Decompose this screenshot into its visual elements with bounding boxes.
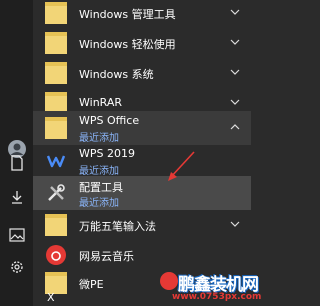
document-icon[interactable]: [6, 152, 28, 174]
chevron-up-icon: [230, 124, 240, 130]
item-label: 万能五笔输入法: [79, 220, 156, 233]
chevron-down-icon: [230, 221, 240, 227]
list-item-wps-2019[interactable]: WPS 2019 最近添加: [33, 144, 251, 178]
folder-icon: [45, 32, 67, 54]
folder-icon: [45, 214, 67, 236]
netease-music-icon: [45, 244, 67, 266]
list-item[interactable]: 万能五笔输入法: [33, 208, 251, 242]
list-item-wps-office[interactable]: WPS Office 最近添加: [33, 111, 251, 145]
chevron-down-icon: [230, 69, 240, 75]
item-label: WPS 2019: [79, 147, 135, 160]
item-label: Windows 管理工具: [79, 8, 176, 21]
list-item[interactable]: Windows 系统: [33, 56, 251, 90]
watermark-logo: [160, 272, 178, 290]
chevron-down-icon: [230, 39, 240, 45]
list-item-config-tool[interactable]: 配置工具 最近添加: [33, 176, 251, 210]
list-item[interactable]: Windows 轻松使用: [33, 26, 251, 60]
settings-icon[interactable]: [6, 256, 28, 278]
chevron-down-icon: [230, 99, 240, 105]
recently-added-label: 最近添加: [79, 198, 119, 209]
watermark: 鹏鑫装机网 www.0753px.com: [160, 270, 261, 306]
chevron-down-icon: [230, 9, 240, 15]
item-label: WinRAR: [79, 96, 123, 109]
app-list: Windows 管理工具 Windows 轻松使用 Windows 系统 Win…: [33, 0, 251, 306]
tools-icon: [45, 182, 67, 204]
item-label: WPS Office: [79, 114, 140, 127]
folder-icon: [45, 117, 67, 139]
section-letter: X: [47, 291, 55, 304]
item-label: Windows 轻松使用: [79, 38, 176, 51]
wps-icon: [45, 150, 67, 172]
item-label: Windows 系统: [79, 68, 154, 81]
item-label: 网易云音乐: [79, 250, 134, 263]
recently-added-label: 最近添加: [79, 166, 119, 177]
recently-added-label: 最近添加: [79, 133, 119, 144]
item-label: 配置工具: [79, 181, 123, 194]
watermark-url: www.0753px.com: [172, 292, 262, 302]
annotation-arrow: [168, 151, 195, 181]
start-rail: [0, 0, 33, 306]
folder-icon: [45, 2, 67, 24]
folder-icon: [45, 62, 67, 84]
photos-icon[interactable]: [6, 224, 28, 246]
download-icon[interactable]: [6, 186, 28, 208]
